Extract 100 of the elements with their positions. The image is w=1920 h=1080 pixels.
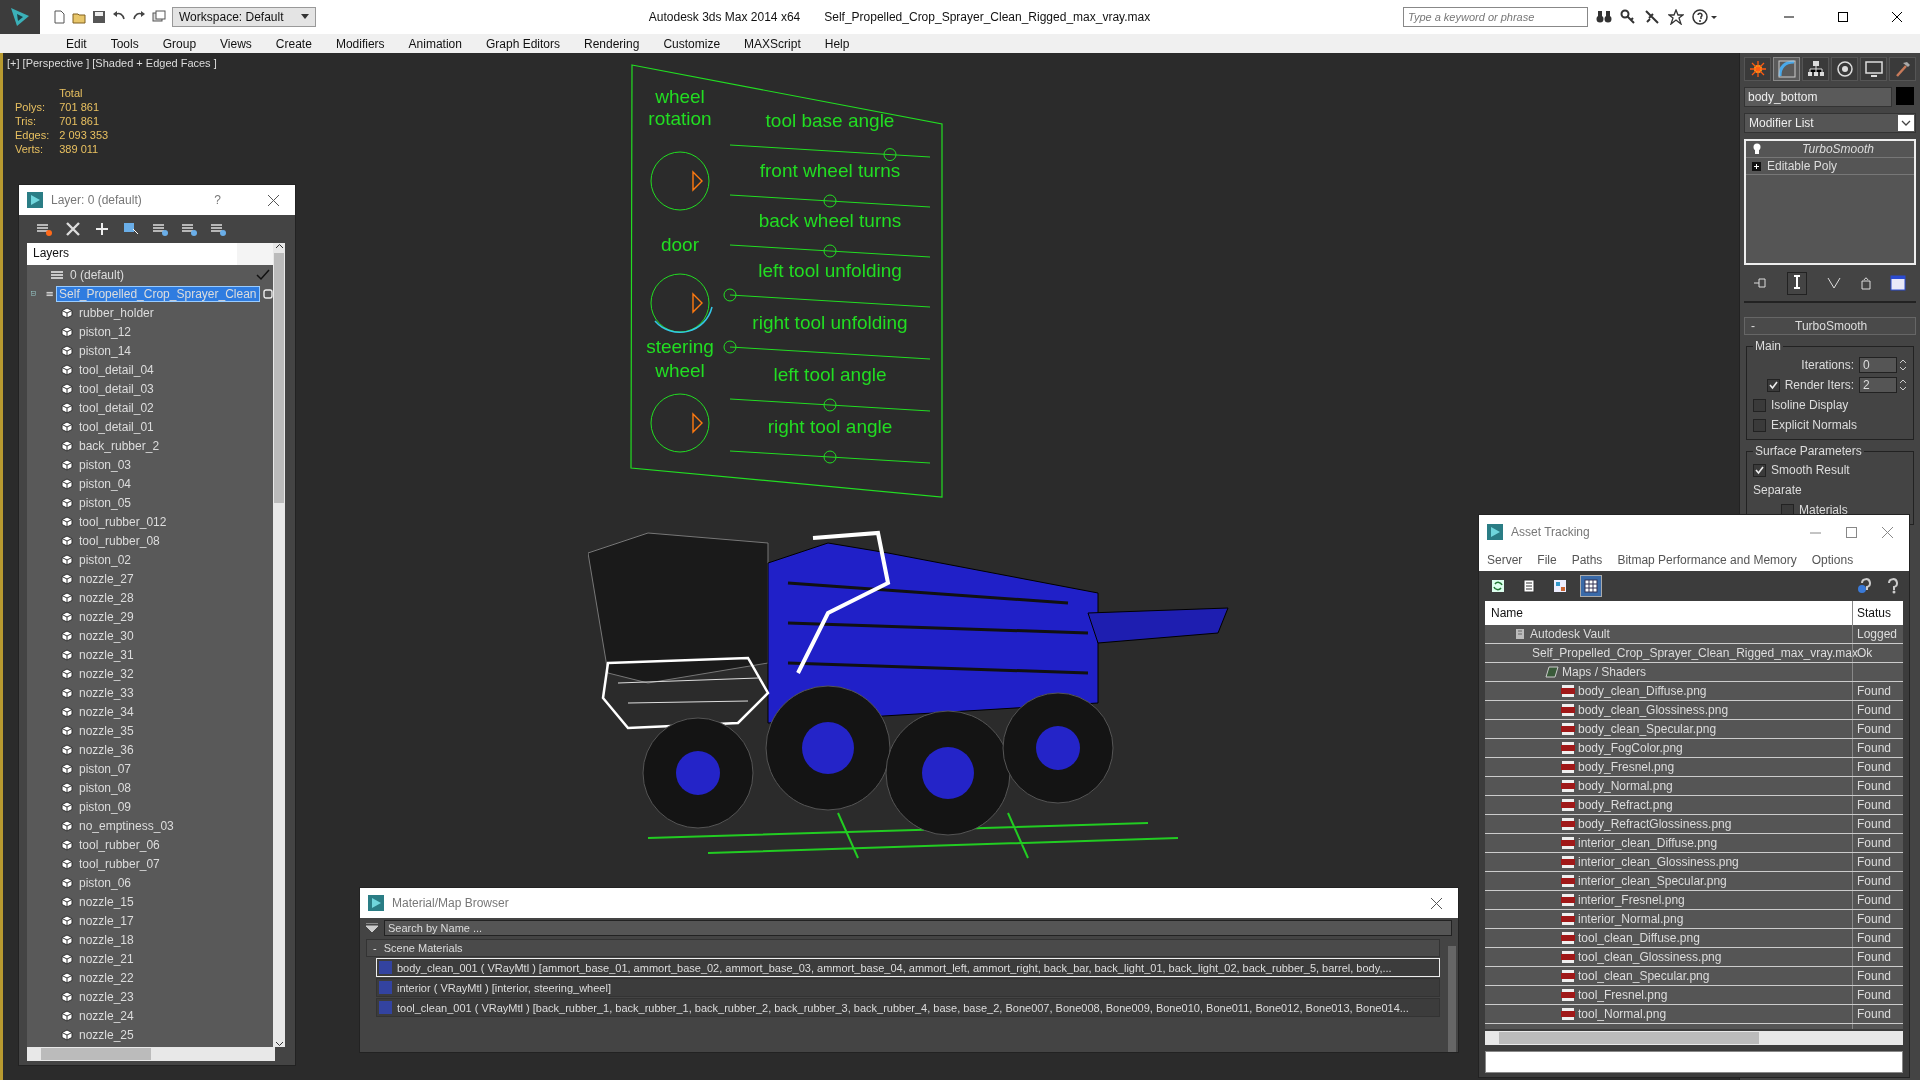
- object-row[interactable]: nozzle_36: [27, 740, 273, 759]
- slider-control[interactable]: [729, 450, 931, 464]
- delete-icon[interactable]: [64, 221, 82, 237]
- asset-row[interactable]: interior_Normal.png Found: [1485, 910, 1903, 929]
- asset-row[interactable]: body_Refract.png Found: [1485, 796, 1903, 815]
- object-row[interactable]: nozzle_31: [27, 645, 273, 664]
- object-row[interactable]: tool_rubber_06: [27, 835, 273, 854]
- object-row[interactable]: nozzle_34: [27, 702, 273, 721]
- new-layer-icon[interactable]: [35, 221, 53, 237]
- menu-item[interactable]: Tools: [98, 36, 151, 51]
- menu-item[interactable]: Animation: [396, 36, 474, 51]
- object-row[interactable]: nozzle_30: [27, 626, 273, 645]
- slider-control[interactable]: [729, 144, 931, 162]
- asset-row[interactable]: tool_clean_Specular.png Found: [1485, 967, 1903, 986]
- object-row[interactable]: nozzle_17: [27, 911, 273, 930]
- object-row[interactable]: nozzle_23: [27, 987, 273, 1006]
- menu-item[interactable]: Group: [150, 36, 209, 51]
- vertical-scrollbar[interactable]: [1448, 946, 1456, 1052]
- new-file-icon[interactable]: [52, 10, 66, 24]
- hide-layers-icon[interactable]: [180, 221, 198, 237]
- column-header[interactable]: Name: [1485, 606, 1852, 620]
- asset-row[interactable]: body_clean_Glossiness.png Found: [1485, 701, 1903, 720]
- star-icon[interactable]: [1668, 9, 1684, 25]
- object-row[interactable]: piston_04: [27, 474, 273, 493]
- key-icon[interactable]: [1620, 9, 1636, 25]
- collapse-toggle[interactable]: -: [1751, 319, 1755, 333]
- menu-item[interactable]: File: [1537, 553, 1557, 567]
- configure-sets-icon[interactable]: [1890, 275, 1907, 291]
- object-row[interactable]: nozzle_29: [27, 607, 273, 626]
- modifier-list-dropdown[interactable]: Modifier List: [1744, 113, 1916, 133]
- object-row[interactable]: piston_07: [27, 759, 273, 778]
- object-row[interactable]: nozzle_15: [27, 892, 273, 911]
- current-layer-toggle[interactable]: [253, 268, 273, 281]
- group-header[interactable]: - Scene Materials: [366, 939, 1440, 957]
- horizontal-scrollbar[interactable]: [1485, 1031, 1903, 1045]
- vertical-scrollbar[interactable]: [273, 243, 285, 1047]
- menu-item[interactable]: Views: [208, 36, 264, 51]
- command-panel-tab[interactable]: [1860, 57, 1887, 81]
- object-row[interactable]: nozzle_28: [27, 588, 273, 607]
- asset-row[interactable]: Maps / Shaders: [1485, 663, 1903, 682]
- dial-control[interactable]: [650, 273, 713, 334]
- asset-row[interactable]: interior_clean_Glossiness.png Found: [1485, 853, 1903, 872]
- object-row[interactable]: piston_06: [27, 873, 273, 892]
- asset-row[interactable]: body_RefractGlossiness.png Found: [1485, 815, 1903, 834]
- save-icon[interactable]: [92, 10, 106, 24]
- object-row[interactable]: nozzle_35: [27, 721, 273, 740]
- object-row[interactable]: tool_rubber_012: [27, 512, 273, 531]
- layer-row[interactable]: 0 (default): [27, 265, 273, 284]
- expand-icon[interactable]: [1752, 161, 1761, 171]
- options-menu-icon[interactable]: [366, 923, 378, 933]
- object-row[interactable]: nozzle_33: [27, 683, 273, 702]
- object-row[interactable]: piston_03: [27, 455, 273, 474]
- checkbox[interactable]: [1766, 378, 1780, 392]
- highlight-layer-icon[interactable]: [151, 221, 169, 237]
- scroll-down-icon[interactable]: [274, 1041, 284, 1047]
- command-panel-tab[interactable]: [1802, 57, 1829, 81]
- asset-row[interactable]: tool_Normal.png Found: [1485, 1005, 1903, 1024]
- menu-item[interactable]: Modifiers: [323, 36, 397, 51]
- object-row[interactable]: nozzle_21: [27, 949, 273, 968]
- add-icon[interactable]: [93, 221, 111, 237]
- object-row[interactable]: tool_detail_04: [27, 360, 273, 379]
- menu-item[interactable]: Options: [1811, 553, 1854, 567]
- asset-row[interactable]: interior_clean_Diffuse.png Found: [1485, 834, 1903, 853]
- object-row[interactable]: tool_rubber_08: [27, 531, 273, 550]
- object-row[interactable]: nozzle_22: [27, 968, 273, 987]
- object-row[interactable]: piston_12: [27, 322, 273, 341]
- object-row[interactable]: no_emptiness_03: [27, 816, 273, 835]
- menu-item[interactable]: Help: [812, 36, 862, 51]
- slider-control[interactable]: [729, 194, 931, 208]
- menu-item[interactable]: Edit: [54, 36, 99, 51]
- viewport-label[interactable]: [+] [Perspective ] [Shaded + Edged Faces ]: [7, 57, 217, 69]
- show-end-result-button[interactable]: [1787, 271, 1808, 295]
- horizontal-scrollbar[interactable]: [27, 1047, 275, 1061]
- menu-item[interactable]: Graph Editors: [473, 36, 572, 51]
- help-button[interactable]: ?: [214, 193, 221, 207]
- help-icon[interactable]: [1856, 577, 1874, 595]
- menu-item[interactable]: Customize: [651, 36, 733, 51]
- menu-item[interactable]: Bitmap Performance and Memory: [1617, 553, 1797, 567]
- object-row[interactable]: nozzle_32: [27, 664, 273, 683]
- object-color-swatch[interactable]: [1896, 87, 1914, 105]
- object-row[interactable]: piston_09: [27, 797, 273, 816]
- object-row[interactable]: tool_rubber_07: [27, 854, 273, 873]
- material-row[interactable]: tool_clean_001 ( VRayMtl ) [back_rubber_1, back_rubber_1, back_rubber_2, back_rubber_3, back_rubber_4, base, base_2, Bone007, Bone008, Bone009, Bone010, Bone011, Bone012, Bone013, Bone014...: [376, 998, 1440, 1017]
- dial-control[interactable]: [650, 151, 710, 211]
- workspace-dropdown[interactable]: Workspace: Default: [172, 7, 316, 27]
- object-row[interactable]: nozzle_27: [27, 569, 273, 588]
- object-row[interactable]: piston_08: [27, 778, 273, 797]
- current-layer-toggle[interactable]: [262, 288, 273, 299]
- scroll-up-icon[interactable]: [274, 243, 284, 249]
- asset-row[interactable]: tool_clean_Glossiness.png Found: [1485, 948, 1903, 967]
- menu-item[interactable]: Server: [1487, 553, 1523, 567]
- menu-item[interactable]: Create: [263, 36, 324, 51]
- checkbox[interactable]: [1753, 418, 1766, 432]
- application-menu-button[interactable]: [0, 0, 40, 34]
- material-row[interactable]: interior ( VRayMtl ) [interior, steering_wheel]: [376, 978, 1440, 997]
- modifier-stack-item[interactable]: TurboSmooth: [1746, 141, 1914, 158]
- asset-row[interactable]: Autodesk Vault Logged: [1485, 625, 1903, 644]
- slider-control[interactable]: [729, 398, 931, 412]
- slider-control[interactable]: [729, 244, 931, 258]
- keyword-search-field[interactable]: Type a keyword or phrase: [1403, 7, 1588, 27]
